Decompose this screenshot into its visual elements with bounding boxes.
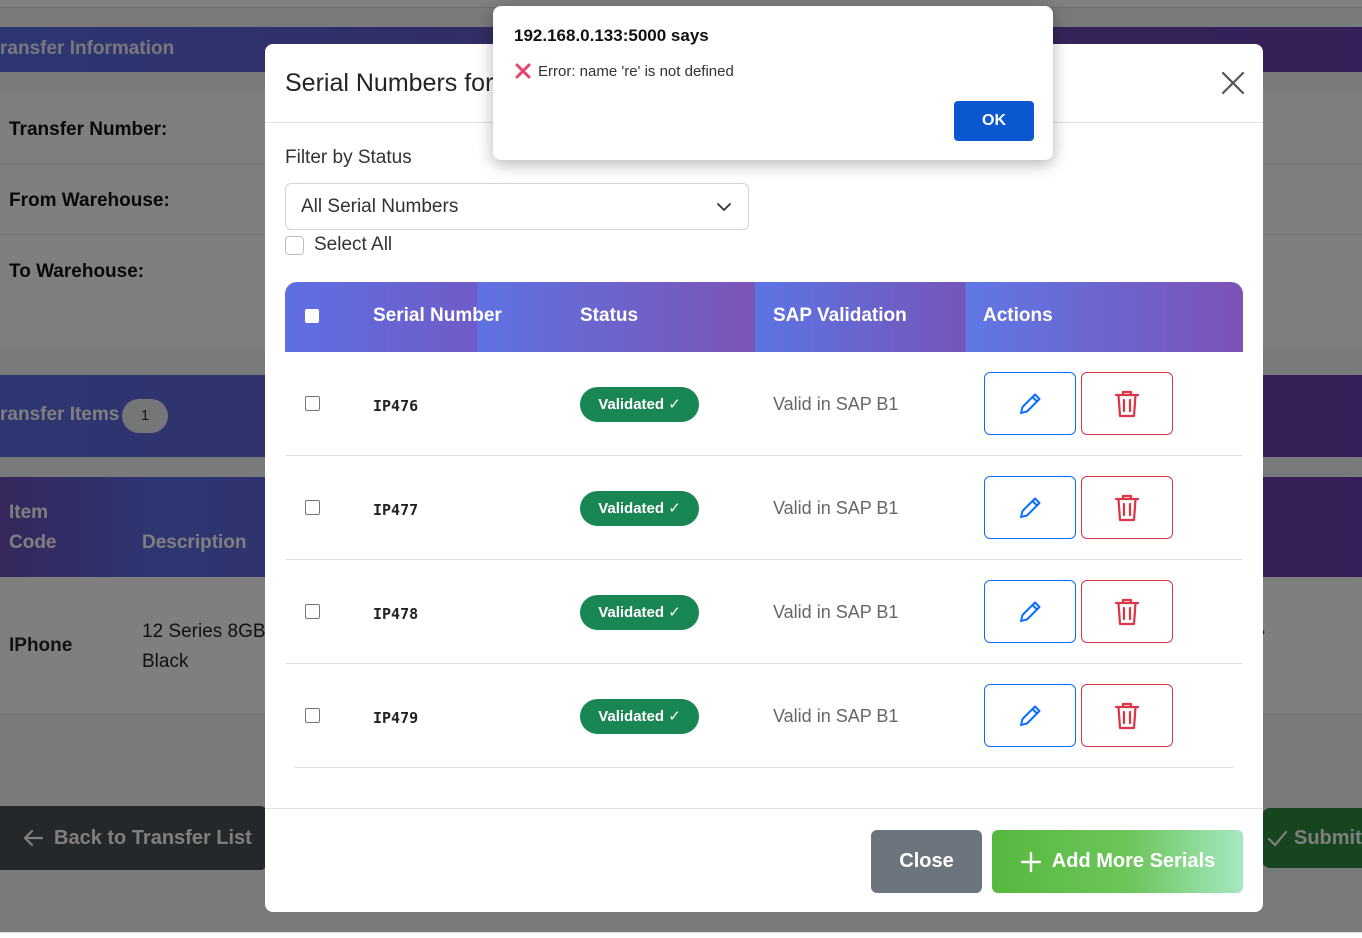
browser-bottom-edge	[0, 932, 1362, 938]
add-more-serials-label: Add More Serials	[1051, 850, 1216, 872]
status-filter-value: All Serial Numbers	[301, 196, 459, 217]
serial-number-column-header: Serial Number	[373, 305, 502, 326]
edit-button[interactable]	[984, 372, 1076, 435]
row-checkbox[interactable]	[305, 604, 320, 619]
ok-button[interactable]: OK	[954, 101, 1034, 141]
pencil-icon	[1020, 705, 1041, 726]
sap-validation-column-header: SAP Validation	[773, 305, 907, 326]
add-more-serials-button[interactable]: Add More Serials	[992, 830, 1243, 893]
chevron-down-icon	[717, 203, 731, 211]
actions-column-header: Actions	[983, 305, 1053, 326]
sap-validation-cell: Valid in SAP B1	[773, 394, 899, 414]
row-checkbox[interactable]	[305, 396, 320, 411]
sap-validation-cell: Valid in SAP B1	[773, 602, 899, 622]
modal-footer: Close Add More Serials	[265, 808, 1263, 912]
table-row: IP479 Validated ✓ Valid in SAP B1	[294, 664, 1234, 768]
serial-number-cell: IP476	[373, 397, 419, 415]
alert-message-text: Error: name 're' is not defined	[538, 62, 734, 80]
trash-icon	[1114, 598, 1140, 625]
edit-button[interactable]	[984, 476, 1076, 539]
row-checkbox[interactable]	[305, 708, 320, 723]
status-badge: Validated ✓	[580, 595, 699, 630]
delete-button[interactable]	[1081, 684, 1173, 747]
status-column-header: Status	[580, 305, 639, 326]
status-badge: Validated ✓	[580, 491, 699, 526]
serial-numbers-modal: Serial Numbers for Filter by Status All …	[265, 44, 1263, 912]
modal-title: Serial Numbers for	[285, 69, 494, 97]
close-icon[interactable]	[1218, 68, 1248, 98]
trash-icon	[1114, 494, 1140, 521]
table-row: IP476 Validated ✓ Valid in SAP B1	[285, 352, 1243, 456]
delete-button[interactable]	[1081, 580, 1173, 643]
serial-table-header: Serial Number Status SAP Validation Acti…	[285, 282, 1243, 352]
alert-message: Error: name 're' is not defined	[514, 62, 734, 80]
plus-icon	[1020, 851, 1041, 872]
delete-button[interactable]	[1081, 476, 1173, 539]
table-row: IP478 Validated ✓ Valid in SAP B1	[285, 560, 1243, 664]
sap-validation-cell: Valid in SAP B1	[773, 706, 899, 726]
pencil-icon	[1020, 393, 1041, 414]
edit-button[interactable]	[984, 580, 1076, 643]
serial-number-cell: IP479	[373, 709, 419, 727]
edit-button[interactable]	[984, 684, 1076, 747]
delete-button[interactable]	[1081, 372, 1173, 435]
trash-icon	[1114, 702, 1140, 729]
serial-number-cell: IP477	[373, 501, 419, 519]
trash-icon	[1114, 390, 1140, 417]
row-checkbox[interactable]	[305, 500, 320, 515]
pencil-icon	[1020, 601, 1041, 622]
error-x-icon	[515, 63, 531, 79]
table-row: IP477 Validated ✓ Valid in SAP B1	[285, 456, 1243, 560]
status-filter-select[interactable]: All Serial Numbers	[285, 183, 749, 230]
alert-title: 192.168.0.133:5000 says	[514, 26, 709, 45]
close-button[interactable]: Close	[871, 830, 982, 893]
filter-by-status-label: Filter by Status	[285, 147, 412, 168]
header-select-checkbox[interactable]	[305, 309, 319, 323]
select-all-checkbox[interactable]	[285, 235, 304, 255]
browser-alert-dialog: 192.168.0.133:5000 says Error: name 're'…	[493, 6, 1053, 160]
select-all-control[interactable]: Select All	[285, 234, 392, 256]
pencil-icon	[1020, 497, 1041, 518]
status-badge: Validated ✓	[580, 387, 699, 422]
serial-number-cell: IP478	[373, 605, 419, 623]
select-all-label: Select All	[314, 234, 393, 255]
status-badge: Validated ✓	[580, 699, 699, 734]
sap-validation-cell: Valid in SAP B1	[773, 498, 899, 518]
